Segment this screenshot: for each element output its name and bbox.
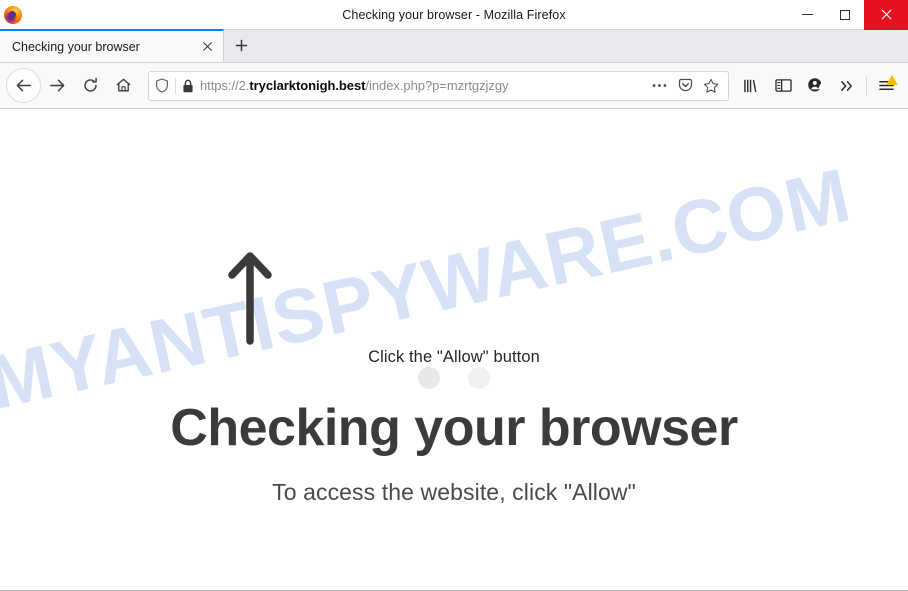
url-text[interactable]: https://2.tryclarktonigh.best/index.php?… <box>200 71 646 101</box>
reload-icon <box>84 77 97 92</box>
url-path: /index.php?p=mzrtgzjzgy <box>365 77 509 93</box>
app-menu-button[interactable] <box>870 70 902 102</box>
maximize-button[interactable] <box>826 0 864 30</box>
pocket-icon[interactable] <box>672 73 698 99</box>
window-title: Checking your browser - Mozilla Firefox <box>342 7 566 22</box>
tab-checking-your-browser[interactable]: Checking your browser <box>0 29 224 62</box>
url-bar[interactable]: https://2.tryclarktonigh.best/index.php?… <box>148 70 729 101</box>
allow-hint-text: Click the "Allow" button <box>368 348 540 366</box>
loading-dot <box>468 367 490 389</box>
window-controls <box>788 0 908 30</box>
navigation-toolbar: https://2.tryclarktonigh.best/index.php?… <box>0 63 908 109</box>
loading-dot <box>418 367 440 389</box>
account-warning-badge <box>818 80 826 89</box>
library-icon <box>743 79 756 92</box>
home-icon <box>116 78 131 92</box>
tab-bar: Checking your browser <box>0 29 908 63</box>
minimize-button[interactable] <box>788 0 826 30</box>
forward-arrow-icon <box>50 79 65 92</box>
account-button[interactable] <box>799 70 831 102</box>
minimize-icon <box>801 14 813 15</box>
menu-warning-badge-icon <box>886 74 898 85</box>
url-host: tryclarktonigh.best <box>249 77 366 93</box>
reload-button[interactable] <box>74 69 107 102</box>
library-button[interactable] <box>735 70 767 102</box>
firefox-logo-icon <box>4 5 22 24</box>
toolbar-divider <box>866 75 867 96</box>
chevron-double-right-icon <box>841 80 852 91</box>
back-button[interactable] <box>6 68 41 103</box>
loading-dots <box>0 367 908 389</box>
plus-icon <box>235 39 247 52</box>
close-window-button[interactable] <box>864 0 908 30</box>
browser-window: Checking your browser - Mozilla Firefox … <box>0 0 908 591</box>
new-tab-button[interactable] <box>224 29 258 62</box>
sidebar-button[interactable] <box>767 70 799 102</box>
url-scheme: https://2. <box>200 77 250 93</box>
up-arrow-icon <box>228 249 272 345</box>
close-icon <box>881 9 891 20</box>
sidebar-icon <box>774 79 792 92</box>
back-arrow-icon <box>16 79 31 92</box>
page-content: MYANTISPYWARE.COM Click the "Allow" butt… <box>0 109 908 591</box>
page-subtitle: To access the website, click "Allow" <box>272 479 636 505</box>
overflow-button[interactable] <box>831 70 863 102</box>
toolbar-right-group <box>735 70 902 102</box>
title-bar: Checking your browser - Mozilla Firefox <box>0 0 908 30</box>
forward-button[interactable] <box>41 69 74 102</box>
maximize-icon <box>840 9 850 20</box>
tab-label: Checking your browser <box>12 39 140 54</box>
close-tab-icon[interactable] <box>197 37 217 57</box>
page-title: Checking your browser <box>170 399 738 457</box>
home-button[interactable] <box>107 69 140 102</box>
page-actions-icon[interactable] <box>646 73 672 99</box>
bookmark-star-icon[interactable] <box>698 73 724 99</box>
shield-icon[interactable] <box>149 78 175 93</box>
lock-icon[interactable] <box>176 79 200 93</box>
